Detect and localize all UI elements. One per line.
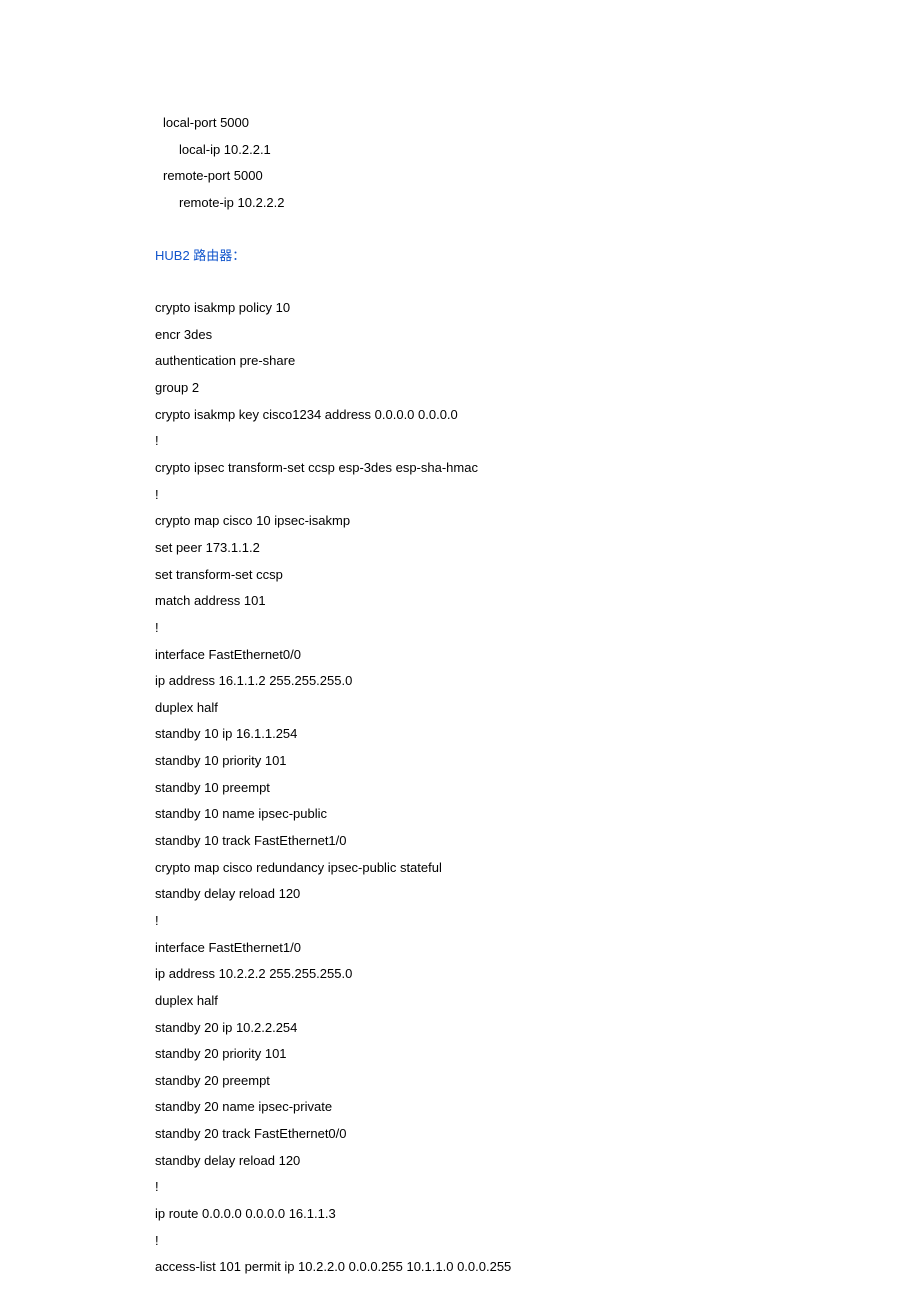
config-line: standby 10 name ipsec-public	[155, 801, 765, 828]
config-line: authentication pre-share	[155, 348, 765, 375]
config-line: crypto map cisco 10 ipsec-isakmp	[155, 508, 765, 535]
config-line: crypto isakmp key cisco1234 address 0.0.…	[155, 402, 765, 429]
config-line: set transform-set ccsp	[155, 562, 765, 589]
config-line: standby 20 name ipsec-private	[155, 1094, 765, 1121]
config-line: remote-ip 10.2.2.2	[155, 190, 765, 217]
config-line: local-port 5000	[155, 110, 765, 137]
section-heading-hub2: HUB2 路由器：	[155, 243, 765, 270]
config-line: standby 20 priority 101	[155, 1041, 765, 1068]
config-line: ip route 0.0.0.0 0.0.0.0 16.1.1.3	[155, 1201, 765, 1228]
config-line: crypto isakmp policy 10	[155, 295, 765, 322]
config-line: interface FastEthernet1/0	[155, 935, 765, 962]
config-line: duplex half	[155, 695, 765, 722]
config-line: standby 10 track FastEthernet1/0	[155, 828, 765, 855]
config-line: group 2	[155, 375, 765, 402]
config-line: standby 20 ip 10.2.2.254	[155, 1015, 765, 1042]
config-line: local-ip 10.2.2.1	[155, 137, 765, 164]
config-line: match address 101	[155, 588, 765, 615]
config-line: !	[155, 1174, 765, 1201]
config-line: ip address 10.2.2.2 255.255.255.0	[155, 961, 765, 988]
config-line: !	[155, 482, 765, 509]
config-line: standby 20 track FastEthernet0/0	[155, 1121, 765, 1148]
config-line: interface FastEthernet0/0	[155, 642, 765, 669]
config-line: encr 3des	[155, 322, 765, 349]
config-line: !	[155, 1228, 765, 1255]
config-line: standby delay reload 120	[155, 1148, 765, 1175]
config-line: !	[155, 908, 765, 935]
config-line: standby 10 preempt	[155, 775, 765, 802]
config-line: crypto map cisco redundancy ipsec-public…	[155, 855, 765, 882]
config-line: !	[155, 428, 765, 455]
config-line: standby 10 priority 101	[155, 748, 765, 775]
config-line: !	[155, 615, 765, 642]
config-line: ip address 16.1.1.2 255.255.255.0	[155, 668, 765, 695]
config-line: remote-port 5000	[155, 163, 765, 190]
config-line: access-list 101 permit ip 10.2.2.0 0.0.0…	[155, 1254, 765, 1281]
config-line: set peer 173.1.1.2	[155, 535, 765, 562]
config-line: standby delay reload 120	[155, 881, 765, 908]
config-line: crypto ipsec transform-set ccsp esp-3des…	[155, 455, 765, 482]
config-line: duplex half	[155, 988, 765, 1015]
config-line: standby 10 ip 16.1.1.254	[155, 721, 765, 748]
config-line: standby 20 preempt	[155, 1068, 765, 1095]
